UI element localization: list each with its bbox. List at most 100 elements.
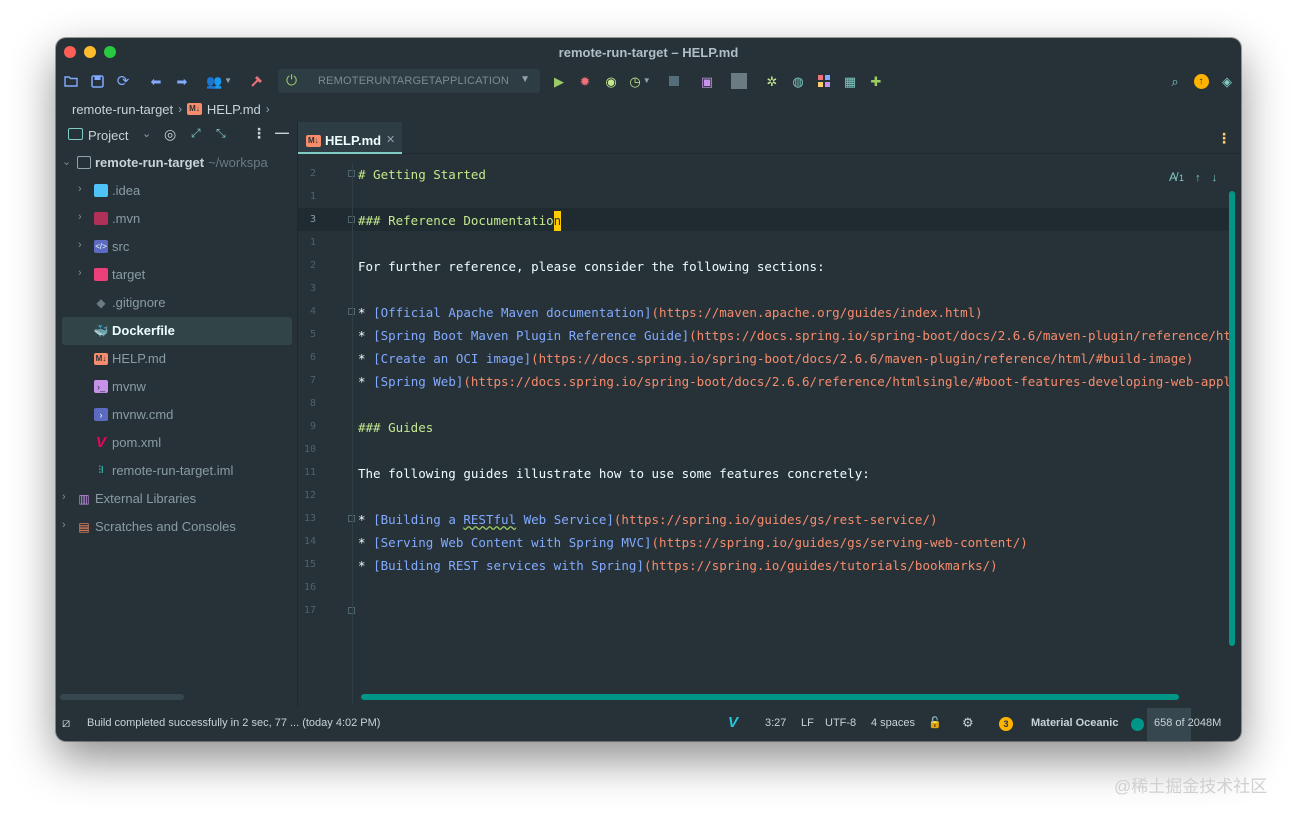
notifications-badge[interactable]: 3 <box>999 717 1013 731</box>
next-highlight-icon[interactable]: ↓ <box>1212 172 1218 184</box>
tree-item-label: mvnw <box>112 379 146 394</box>
tree-item-dockerfile[interactable]: 🐳 Dockerfile <box>62 317 292 345</box>
chevron-down-icon[interactable]: ⌄ <box>142 127 151 140</box>
memory-indicator[interactable]: 658 of 2048M <box>1154 717 1221 729</box>
breadcrumb-file[interactable]: HELP.md <box>207 102 261 117</box>
search-everywhere-icon[interactable]: ⌕ <box>1166 72 1184 90</box>
open-folder-icon[interactable] <box>62 72 80 90</box>
chevron-right-icon[interactable]: › <box>78 239 82 251</box>
link-url[interactable]: (https://spring.io/guides/gs/serving-web… <box>652 535 1028 550</box>
sync-icon[interactable]: ⟳ <box>114 72 132 90</box>
theme-indicator-icon[interactable] <box>1131 718 1144 731</box>
tree-item-gitignore[interactable]: ◆ .gitignore <box>56 289 297 317</box>
puzzle-icon[interactable]: ✚ <box>867 72 885 90</box>
save-icon[interactable] <box>88 72 106 90</box>
tree-item-idea[interactable]: › .idea <box>56 177 297 205</box>
tree-item-mvn[interactable]: › .mvn <box>56 205 297 233</box>
tree-item-iml[interactable]: ⫶I remote-run-target.iml <box>56 457 297 485</box>
chevron-right-icon[interactable]: › <box>62 519 66 531</box>
tree-item-root[interactable]: ⌄ remote-run-target ~/workspa <box>56 149 297 177</box>
debug-icon[interactable]: ✹ <box>576 72 594 90</box>
sidebar-horizontal-scrollbar[interactable] <box>60 694 184 700</box>
plugins-grid-icon[interactable] <box>815 72 833 90</box>
close-icon[interactable]: ✕ <box>386 133 395 146</box>
tree-item-mvnw[interactable]: ›_ mvnw <box>56 373 297 401</box>
update-icon[interactable]: ↑ <box>1192 72 1210 90</box>
terminal-icon[interactable]: ▣ <box>698 72 716 90</box>
theme-name[interactable]: Material Oceanic <box>1031 717 1118 729</box>
link-text[interactable]: [Official Apache Maven documentation] <box>373 305 651 320</box>
profiler-icon[interactable]: ◷ ▼ <box>626 72 654 90</box>
vim-mode-icon[interactable]: V <box>728 714 738 731</box>
indent-setting[interactable]: 4 spaces <box>871 717 915 729</box>
tree-item-target[interactable]: › target <box>56 261 297 289</box>
line-number: 2 <box>309 168 316 179</box>
code-line: * [Serving Web Content with Spring MVC](… <box>358 533 1028 553</box>
tree-item-external-libraries[interactable]: › ▥ External Libraries <box>56 485 297 513</box>
layout-icon[interactable] <box>730 72 748 90</box>
link-text[interactable]: [Spring Boot Maven Plugin Reference Guid… <box>373 328 689 343</box>
coverage-report-icon[interactable]: ◍ <box>789 72 807 90</box>
tab-help-md[interactable]: M↓ HELP.md ✕ <box>298 122 402 154</box>
stop-icon[interactable] <box>665 72 683 90</box>
link-url[interactable]: (https://docs.spring.io/spring-boot/docs… <box>463 374 1231 389</box>
line-separator[interactable]: LF <box>801 717 814 729</box>
grammar-check-icon[interactable]: A̸ <box>1169 170 1177 184</box>
chevron-right-icon[interactable]: › <box>78 211 82 223</box>
caret-position[interactable]: 3:27 <box>765 717 786 729</box>
chevron-right-icon[interactable]: › <box>78 267 82 279</box>
tree-item-label: Dockerfile <box>112 323 175 338</box>
editor-horizontal-scrollbar[interactable] <box>361 694 1179 700</box>
line-number-gutter: 2 1 3 1 2 3 4 5 6 7 8 9 10 11 12 13 14 1… <box>298 163 355 703</box>
link-text[interactable]: [Building a <box>373 512 463 527</box>
link-url[interactable]: (https://spring.io/guides/tutorials/book… <box>644 558 998 573</box>
structure-icon[interactable]: ▦ <box>841 72 859 90</box>
chevron-down-icon[interactable]: ⌄ <box>62 155 71 168</box>
code-with-me-icon[interactable]: ◈ <box>1218 72 1236 90</box>
link-text[interactable]: Web Service] <box>516 512 614 527</box>
link-text[interactable]: [Create an OCI image] <box>373 351 531 366</box>
spelling-warning-text[interactable]: RESTful <box>463 512 516 527</box>
link-text[interactable]: [Serving Web Content with Spring MVC] <box>373 535 651 550</box>
target-icon[interactable]: ◎ <box>164 126 176 143</box>
tree-item-src[interactable]: › </> src <box>56 233 297 261</box>
services-gear-icon[interactable]: ⚙ <box>962 715 974 731</box>
link-text[interactable]: [Building REST services with Spring] <box>373 558 644 573</box>
expand-all-icon[interactable]: ⤢ <box>191 126 201 141</box>
tab-options-kebab-icon[interactable]: ⋮ <box>1217 130 1231 147</box>
previous-highlight-icon[interactable]: ↑ <box>1195 172 1201 184</box>
breadcrumb-project[interactable]: remote-run-target <box>72 102 173 117</box>
user-group-icon[interactable]: 👥 ▼ <box>206 72 232 90</box>
chevron-right-icon[interactable]: › <box>78 183 82 195</box>
tree-item-mvnw-cmd[interactable]: › mvnw.cmd <box>56 401 297 429</box>
tree-item-scratches[interactable]: › ▤ Scratches and Consoles <box>56 513 297 541</box>
bug-search-icon[interactable]: ✲ <box>763 72 781 90</box>
back-icon[interactable]: ⬅ <box>147 72 165 90</box>
hide-panel-icon[interactable]: — <box>275 124 289 140</box>
run-icon[interactable]: ▶ <box>550 72 568 90</box>
source-folder-icon: </> <box>94 240 108 253</box>
hammer-icon[interactable] <box>248 72 266 90</box>
unlock-icon[interactable]: 🔓 <box>928 716 942 729</box>
link-url[interactable]: (https://spring.io/guides/gs/rest-servic… <box>614 512 938 527</box>
tool-windows-toggle-icon[interactable]: ⧄ <box>62 715 70 731</box>
run-configuration-select[interactable]: ⏻ REMOTERUNTARGETAPPLICATION ▼ <box>278 69 540 93</box>
build-status-message[interactable]: Build completed successfully in 2 sec, 7… <box>87 717 380 729</box>
tree-item-label: Scratches and Consoles <box>95 519 236 534</box>
chevron-right-icon[interactable]: › <box>62 491 66 503</box>
coverage-icon[interactable]: ◉ <box>602 72 620 90</box>
editor-vertical-scrollbar[interactable] <box>1229 191 1235 646</box>
markdown-editor[interactable]: # Getting Started ### Reference Document… <box>358 163 1231 703</box>
tree-item-help-md[interactable]: M↓ HELP.md <box>56 345 297 373</box>
project-view-select[interactable]: Project <box>88 128 128 143</box>
tree-item-pom-xml[interactable]: V pom.xml <box>56 429 297 457</box>
file-encoding[interactable]: UTF-8 <box>825 717 856 729</box>
options-kebab-icon[interactable]: ⋮ <box>252 125 266 142</box>
link-url[interactable]: (https://maven.apache.org/guides/index.h… <box>652 305 983 320</box>
collapse-all-icon[interactable]: ⤡ <box>216 126 226 141</box>
link-text[interactable]: [Spring Web] <box>373 374 463 389</box>
link-url[interactable]: (https://docs.spring.io/spring-boot/docs… <box>689 328 1231 343</box>
link-url[interactable]: (https://docs.spring.io/spring-boot/docs… <box>531 351 1193 366</box>
forward-icon[interactable]: ➡ <box>173 72 191 90</box>
inspection-widget[interactable]: A̸ 1 ↑ ↓ <box>1169 170 1217 184</box>
